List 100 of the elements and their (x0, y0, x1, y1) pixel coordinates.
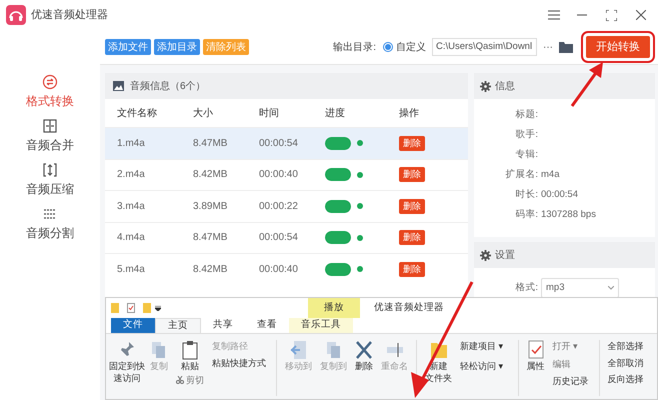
ribbon-label[interactable]: 编辑 (552, 358, 589, 371)
sidebar-item[interactable]: 音频分割 (26, 206, 74, 242)
file-name: 3.m4a (117, 200, 146, 214)
close-icon[interactable] (636, 10, 646, 20)
ribbon-tab[interactable]: 音乐工具 (289, 318, 353, 333)
ribbon-label[interactable]: 删除 (355, 360, 373, 374)
ribbon-label[interactable]: 粘贴快捷方式 (212, 356, 266, 370)
progress-bar (325, 262, 351, 276)
file-size: 3.89MB (193, 200, 228, 214)
file-size: 8.42MB (193, 168, 228, 182)
progress-bar (325, 136, 351, 150)
sidebar-item[interactable]: 格式转换 (26, 74, 74, 110)
file-duration: 00:00:40 (259, 168, 299, 182)
field-label: 标题: (514, 108, 538, 122)
file-duration: 00:00:40 (259, 262, 299, 277)
copy-icon (324, 340, 342, 360)
window-title: 优速音频处理器 (31, 8, 108, 23)
gear-icon (480, 250, 491, 260)
file-size: 8.47MB (193, 136, 228, 151)
merge-icon (42, 118, 58, 134)
field-label: 扩展名: (504, 168, 538, 182)
file-duration: 00:00:54 (259, 136, 299, 151)
menu-icon[interactable] (548, 10, 560, 20)
pointer-arrow (570, 62, 605, 107)
checklist-icon[interactable] (127, 303, 135, 313)
copy-icon (150, 340, 168, 360)
ribbon-label[interactable]: 轻松访问 ▾ (460, 360, 504, 373)
app-logo-icon (6, 5, 26, 25)
ribbon-label[interactable]: 反向选择 (608, 373, 644, 386)
properties-icon (526, 340, 545, 360)
delete-button[interactable]: 删除 (399, 136, 425, 151)
file-name: 5.m4a (117, 262, 146, 277)
progress-bar (325, 231, 351, 244)
gear-icon (480, 80, 491, 92)
radio-label: 自定义 (396, 40, 426, 54)
file-duration: 00:00:54 (259, 231, 299, 246)
more-button[interactable]: ··· (543, 40, 553, 54)
field-label: 时长: (514, 188, 538, 202)
delete-button[interactable]: 删除 (399, 198, 425, 214)
field-value: 00:00:54 (541, 188, 578, 202)
dropdown-icon[interactable] (155, 306, 161, 310)
chevron-down-icon (608, 286, 614, 290)
column-header: 文件名称 (117, 106, 158, 120)
output-path-field[interactable]: C:\Users\Qasim\Downl (432, 38, 537, 56)
file-name: 2.m4a (117, 168, 146, 182)
file-size: 8.47MB (193, 231, 228, 246)
ribbon-label[interactable]: 固定到快速访问 (108, 360, 146, 384)
field-value: 1307288 bps (541, 208, 596, 222)
rename-icon (386, 340, 404, 360)
ribbon-label[interactable]: 剪切 (186, 374, 204, 387)
column-header: 大小 (193, 106, 214, 120)
file-name: 4.m4a (117, 231, 146, 246)
ribbon-tab[interactable]: 主页 (155, 318, 201, 333)
file-row[interactable]: 1.m4a 8.47MB 00:00:54 删除 (105, 127, 468, 158)
file-duration: 00:00:22 (259, 200, 299, 214)
maximize-icon[interactable] (606, 10, 617, 20)
panel-title: 设置 (495, 248, 515, 262)
delete-button[interactable]: 删除 (399, 167, 425, 182)
column-header: 进度 (325, 106, 346, 120)
sidebar-item[interactable]: 音频压缩 (26, 162, 74, 198)
ribbon-label[interactable]: 属性 (526, 360, 545, 374)
field-label: 歌手: (514, 128, 538, 142)
field-label: 码率: (514, 208, 538, 222)
panel-title: 信息 (495, 80, 515, 94)
move-icon (290, 340, 308, 360)
toolbar-button[interactable]: 添加目录 (154, 39, 200, 55)
progress-bar (325, 168, 351, 182)
ribbon-label[interactable]: 历史记录 (552, 375, 589, 388)
panel-title: 音频信息（6个） (130, 80, 206, 94)
start-convert-button[interactable]: 开始转换 (586, 36, 650, 58)
column-header: 时间 (259, 106, 280, 120)
ribbon-label[interactable]: 全部选择 (608, 340, 644, 354)
toolbar-button[interactable]: 添加文件 (105, 39, 151, 55)
ribbon-tab[interactable]: 查看 (245, 318, 289, 333)
folder-icon[interactable] (559, 41, 573, 53)
file-name: 1.m4a (117, 136, 146, 151)
field-value: m4a (541, 168, 560, 182)
ribbon-label[interactable]: 全部取消 (608, 356, 644, 370)
field-label: 格式: (514, 280, 538, 295)
file-size: 8.42MB (193, 262, 228, 277)
context-tab-label: 播放 (308, 298, 360, 318)
swap-icon (42, 74, 58, 90)
close-icon (355, 340, 373, 360)
delete-button[interactable]: 删除 (399, 230, 425, 246)
scissors-icon (176, 376, 184, 384)
explorer-title: 优速音频处理器 (374, 300, 444, 315)
output-label: 输出目录: (333, 40, 376, 54)
clipboard-icon (181, 340, 199, 360)
ribbon-label[interactable]: 打开 ▾ (552, 340, 589, 354)
image-icon (113, 81, 124, 91)
column-header: 操作 (399, 106, 420, 120)
compress-icon (42, 162, 58, 178)
ribbon-label[interactable]: 新建项目 ▾ (460, 340, 504, 354)
radio-button[interactable] (383, 42, 393, 52)
field-label: 专辑: (514, 148, 538, 162)
delete-button[interactable]: 删除 (399, 262, 425, 277)
ribbon-tab[interactable]: 文件 (111, 318, 155, 333)
ribbon-tab[interactable]: 共享 (201, 318, 245, 333)
sidebar-item[interactable]: 音频合并 (26, 118, 74, 154)
ribbon-label[interactable]: 粘贴 (181, 360, 199, 374)
